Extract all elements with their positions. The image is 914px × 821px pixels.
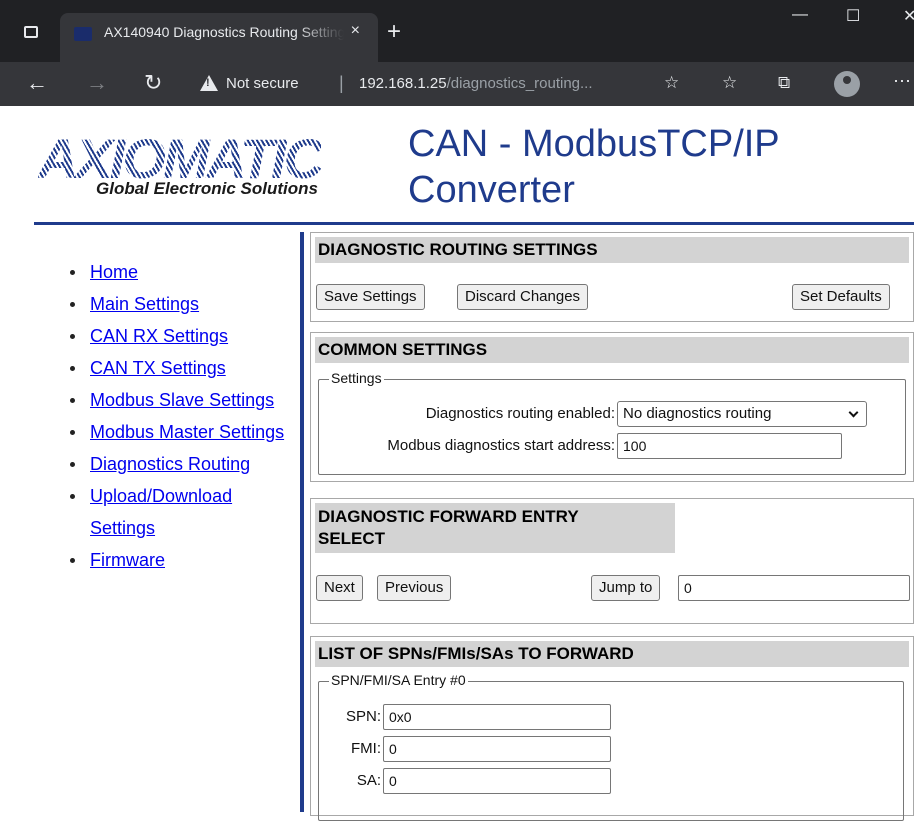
sidebar-link-modbus-slave[interactable]: Modbus Slave Settings [90, 390, 274, 410]
url-bar[interactable]: Not secure | 192.168.1.25/diagnostics_ro… [200, 69, 700, 99]
sidebar-nav: Home Main Settings CAN RX Settings CAN T… [62, 256, 292, 576]
chevron-down-icon [848, 407, 859, 418]
routing-enabled-label: Diagnostics routing enabled: [425, 405, 615, 422]
sa-label: SA: [356, 772, 381, 789]
spn-input[interactable]: 0x0 [383, 704, 611, 730]
tab-close-button[interactable]: × [351, 22, 360, 40]
common-settings-heading: COMMON SETTINGS [315, 337, 909, 363]
logo-tagline: Global Electronic Solutions [96, 179, 318, 198]
fmi-input[interactable]: 0 [383, 736, 611, 762]
fmi-label: FMI: [351, 740, 381, 757]
url-path: /diagnostics_routing... [446, 75, 593, 92]
sidebar-link-firmware[interactable]: Firmware [90, 550, 165, 570]
sidebar-item-modbus-slave: Modbus Slave Settings [62, 384, 292, 416]
axiomatic-logo: AXIOMATIC Global Electronic Solutions [38, 125, 383, 215]
routing-settings-panel: DIAGNOSTIC ROUTING SETTINGS Save Setting… [310, 232, 914, 322]
sidebar-item-home: Home [62, 256, 292, 288]
forward-arrow-icon[interactable]: → [86, 70, 108, 96]
sidebar-item-main-settings: Main Settings [62, 288, 292, 320]
sidebar-item-diagnostics-routing: Diagnostics Routing [62, 448, 292, 480]
start-address-label: Modbus diagnostics start address: [387, 437, 615, 454]
security-label[interactable]: Not secure [226, 75, 299, 92]
forward-entry-heading-line1: DIAGNOSTIC FORWARD ENTRY [318, 507, 579, 526]
favorites-icon[interactable]: ☆ [722, 73, 737, 93]
browser-tab-active[interactable]: AX140940 Diagnostics Routing Settings × [60, 13, 378, 62]
forward-entry-select-panel: DIAGNOSTIC FORWARD ENTRY SELECT Next Pre… [310, 498, 914, 624]
sa-input[interactable]: 0 [383, 768, 611, 794]
new-tab-button[interactable]: + [387, 18, 401, 46]
forward-entry-heading-line2: SELECT [318, 529, 386, 548]
jump-to-button[interactable]: Jump to [591, 575, 661, 601]
forward-entry-heading: DIAGNOSTIC FORWARD ENTRY SELECT [315, 503, 675, 553]
spn-list-panel: LIST OF SPNs/FMIs/SAs TO FORWARD SPN/FMI… [310, 636, 914, 821]
sidebar-link-modbus-master[interactable]: Modbus Master Settings [90, 422, 284, 442]
header-divider [34, 222, 914, 225]
sidebar-item-can-rx: CAN RX Settings [62, 320, 292, 352]
sidebar-item-can-tx: CAN TX Settings [62, 352, 292, 384]
url-separator: | [339, 73, 344, 93]
close-window-button[interactable]: ✕ [903, 6, 914, 26]
profile-avatar[interactable] [834, 71, 860, 97]
tab-title: AX140940 Diagnostics Routing Settings [104, 24, 344, 40]
page-title: CAN - ModbusTCP/IP Converter [408, 121, 780, 213]
discard-changes-button[interactable]: Discard Changes [457, 284, 589, 310]
save-settings-button[interactable]: Save Settings [316, 284, 425, 310]
settings-legend: Settings [329, 370, 384, 386]
sidebar-link-can-rx[interactable]: CAN RX Settings [90, 326, 228, 346]
sidebar-link-diagnostics-routing[interactable]: Diagnostics Routing [90, 454, 250, 474]
back-arrow-icon[interactable]: ← [26, 70, 48, 96]
more-menu-icon[interactable]: ⋯ [893, 71, 911, 92]
common-settings-panel: COMMON SETTINGS Settings Diagnostics rou… [310, 332, 914, 482]
sidebar-link-can-tx[interactable]: CAN TX Settings [90, 358, 226, 378]
routing-enabled-value: No diagnostics routing [623, 405, 772, 422]
sidebar-item-firmware: Firmware [62, 544, 292, 576]
browser-tab-bar: AX140940 Diagnostics Routing Settings × … [0, 0, 914, 62]
reload-icon[interactable]: ↻ [144, 70, 162, 96]
jump-to-input[interactable]: 0 [678, 575, 910, 601]
spn-label: SPN: [345, 708, 381, 725]
routing-enabled-select[interactable]: No diagnostics routing [617, 401, 867, 427]
sidebar-link-upload-download[interactable]: Upload/Download Settings [90, 486, 232, 538]
site-favicon-icon [74, 27, 92, 41]
spn-entry-fieldset: SPN/FMI/SA Entry #0 SPN: 0x0 FMI: 0 SA: … [318, 672, 904, 821]
maximize-button[interactable]: ☐ [846, 6, 860, 26]
next-button[interactable]: Next [316, 575, 363, 601]
address-toolbar: ← → ↻ Not secure | 192.168.1.25/diagnost… [0, 62, 914, 106]
url-text: 192.168.1.25/diagnostics_routing... [359, 75, 593, 92]
start-address-input[interactable]: 100 [617, 433, 842, 459]
add-favorite-icon[interactable]: ☆ [664, 73, 679, 93]
spn-entry-legend: SPN/FMI/SA Entry #0 [329, 672, 468, 688]
sidebar-link-home[interactable]: Home [90, 262, 138, 282]
sidebar-item-modbus-master: Modbus Master Settings [62, 416, 292, 448]
url-host: 192.168.1.25 [359, 75, 447, 92]
routing-settings-heading: DIAGNOSTIC ROUTING SETTINGS [315, 237, 909, 263]
spn-list-heading: LIST OF SPNs/FMIs/SAs TO FORWARD [315, 641, 909, 667]
settings-fieldset: Settings Diagnostics routing enabled: No… [318, 370, 906, 475]
sidebar-link-main-settings[interactable]: Main Settings [90, 294, 199, 314]
content-divider [300, 232, 304, 812]
minimize-button[interactable]: — [792, 6, 808, 24]
set-defaults-button[interactable]: Set Defaults [792, 284, 890, 310]
previous-button[interactable]: Previous [377, 575, 452, 601]
page-title-line2: Converter [408, 169, 575, 211]
sidebar-item-upload-download: Upload/Download Settings [62, 480, 292, 544]
collections-icon[interactable]: ⧉ [778, 73, 790, 93]
tab-actions-icon[interactable] [24, 26, 38, 38]
warning-icon [200, 75, 218, 91]
page-title-line1: CAN - ModbusTCP/IP [408, 123, 780, 165]
